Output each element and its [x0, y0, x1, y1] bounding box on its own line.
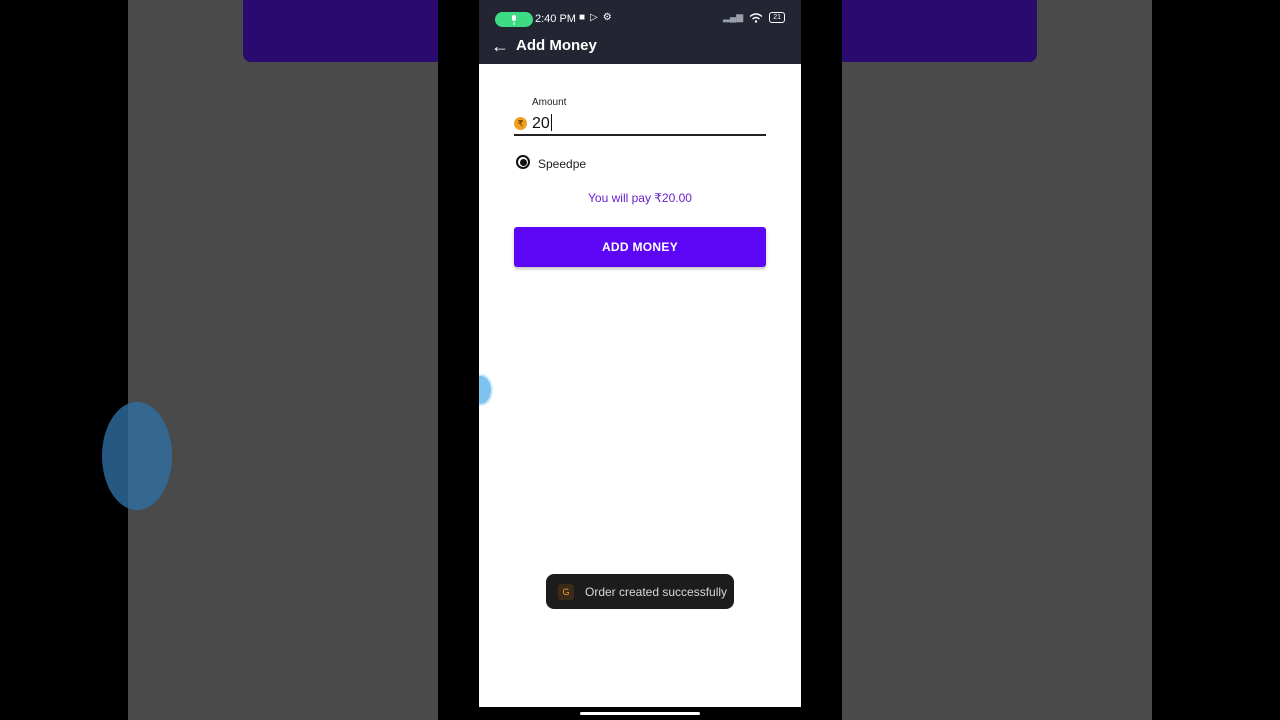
status-system-icons: ▂▄▆ 21 [723, 12, 785, 23]
wifi-icon [749, 12, 763, 23]
mic-icon [512, 14, 516, 25]
amount-input-value: 20 [532, 115, 550, 132]
app-bar: ← Add Money [479, 28, 801, 64]
coin-icon: ₹ [514, 117, 527, 130]
home-indicator[interactable] [580, 712, 700, 715]
toast-message: Order created successfully [585, 584, 728, 599]
backdrop-right [1152, 0, 1280, 720]
phone-screen: 2:40 PM ■ ▷ ⚙ ▂▄▆ 21 ← Add Money Amount … [479, 0, 801, 707]
status-time: 2:40 PM [535, 13, 576, 25]
play-store-icon: ▷ [590, 12, 598, 23]
blurred-bubble [102, 402, 172, 510]
radio-selected-dot [519, 158, 527, 166]
mic-recording-indicator [495, 12, 533, 27]
toast-notification: G Order created successfully [546, 574, 734, 609]
status-notification-icons: ■ ▷ ⚙ [579, 12, 612, 24]
pay-summary: You will pay ₹20.00 [588, 191, 692, 205]
backdrop-left [0, 0, 128, 720]
signal-icon: ▂▄▆ [722, 12, 744, 22]
add-money-button[interactable]: ADD MONEY [514, 227, 766, 267]
floating-bubble-icon[interactable] [479, 374, 493, 406]
payment-radio-speedpe[interactable] [516, 155, 530, 169]
battery-icon: 21 [769, 12, 785, 23]
back-arrow-icon[interactable]: ← [491, 36, 509, 56]
amount-input[interactable]: 20 [532, 114, 552, 133]
payment-option-label[interactable]: Speedpe [538, 157, 586, 171]
video-camera-icon: ■ [579, 12, 586, 23]
gear-icon: ⚙ [602, 12, 612, 23]
amount-input-underline [514, 134, 766, 136]
page-title: Add Money [516, 37, 597, 54]
text-caret [550, 114, 552, 131]
amount-label: Amount [532, 97, 567, 108]
app-logo-icon: G [558, 583, 574, 600]
